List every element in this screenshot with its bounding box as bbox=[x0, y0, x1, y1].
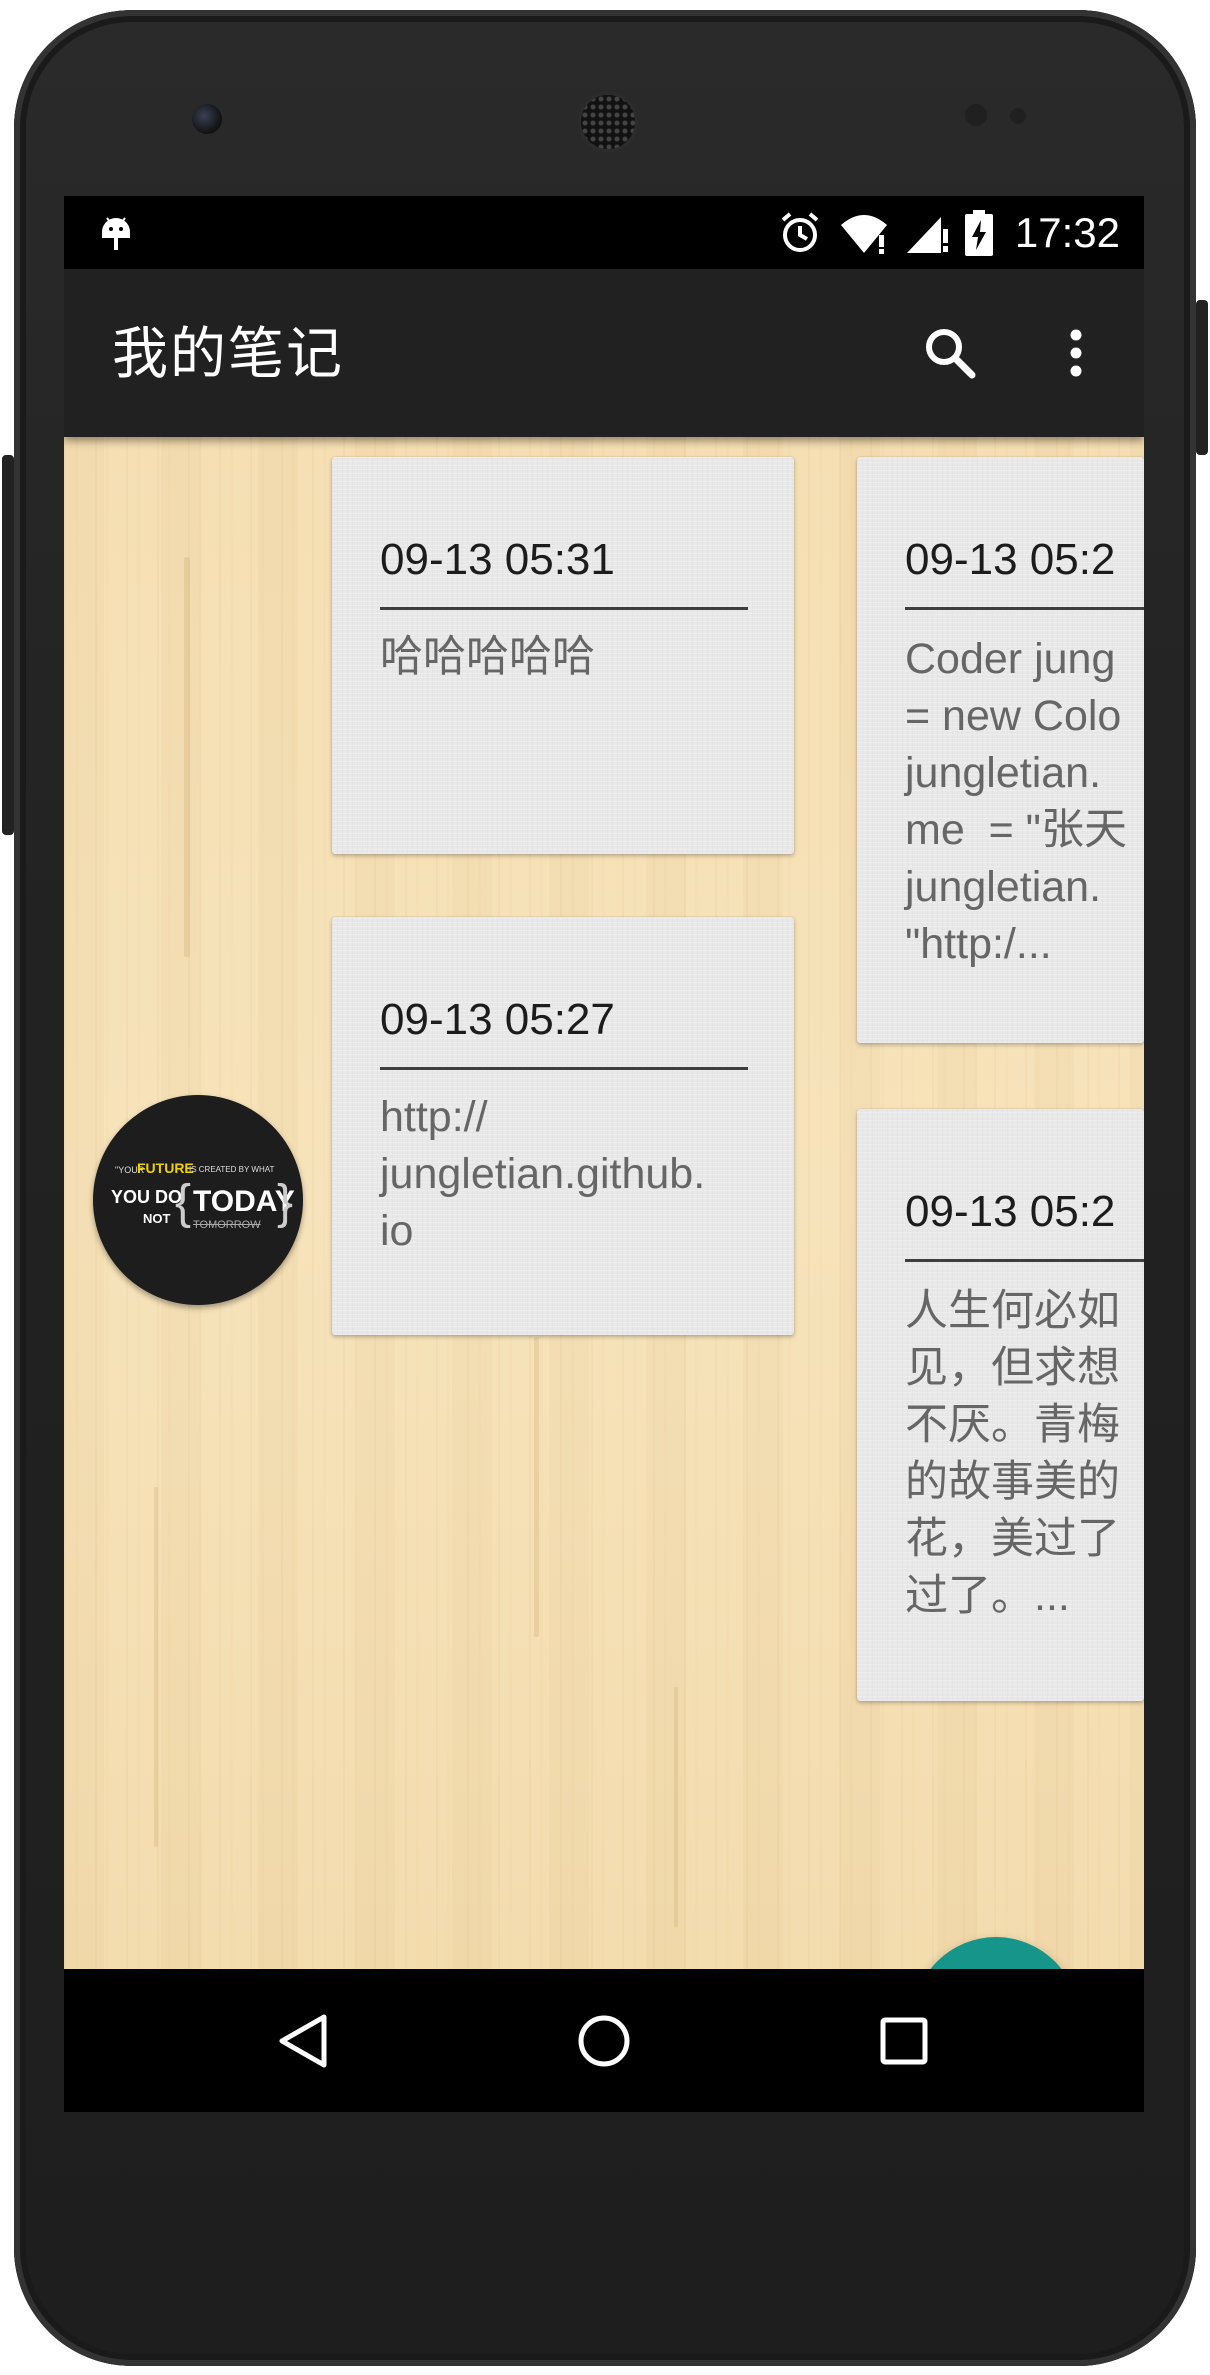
more-vert-icon bbox=[1070, 329, 1082, 377]
page-title: 我的笔记 bbox=[112, 322, 344, 387]
system-nav-bar bbox=[64, 1969, 1144, 2112]
note-body: Coder jung = new Colo jungletian. me = "… bbox=[905, 635, 1127, 968]
home-button[interactable] bbox=[562, 1999, 646, 2083]
status-bar: 17:32 bbox=[64, 196, 1144, 269]
alarm-icon bbox=[777, 210, 823, 256]
battery-charging-icon bbox=[964, 209, 993, 256]
search-icon bbox=[926, 329, 976, 379]
avatar[interactable]: "YOUR FUTURE IS CREATED BY WHAT YOU DO N… bbox=[93, 1095, 303, 1305]
home-icon bbox=[578, 2015, 630, 2067]
avatar-text: IS CREATED BY WHAT bbox=[189, 1165, 275, 1174]
avatar-text: TOMORROW bbox=[193, 1219, 261, 1231]
back-icon bbox=[279, 2014, 327, 2068]
proximity-sensor bbox=[965, 104, 987, 126]
front-camera bbox=[192, 104, 222, 134]
note-divider bbox=[905, 1259, 1144, 1262]
earpiece-speaker bbox=[578, 92, 638, 152]
add-note-button[interactable] bbox=[913, 1937, 1079, 1969]
screen: 17:32 我的笔记 "YOUR FUTURE IS CREATED BY WH… bbox=[64, 196, 1144, 2112]
note-divider bbox=[380, 1067, 748, 1070]
wood-grain bbox=[674, 1687, 678, 1927]
wood-grain bbox=[154, 1487, 158, 1847]
recent-apps-icon bbox=[880, 2017, 928, 2065]
avatar-text: NOT bbox=[143, 1211, 171, 1226]
status-time: 17:32 bbox=[1014, 208, 1120, 256]
note-body: http:// jungletian.github. io bbox=[380, 1093, 706, 1255]
notes-board[interactable]: "YOUR FUTURE IS CREATED BY WHAT YOU DO N… bbox=[64, 437, 1144, 1969]
cell-signal-icon bbox=[905, 211, 949, 255]
note-body: 人生何必如 见，但求想 不厌。青梅 的故事美的 花，美过了 过了。... bbox=[905, 1287, 1120, 1620]
note-date: 09-13 05:31 bbox=[380, 535, 615, 584]
note-divider bbox=[380, 607, 748, 610]
note-date: 09-13 05:2 bbox=[905, 1187, 1116, 1236]
avatar-text: FUTURE bbox=[137, 1160, 194, 1176]
avatar-brace: { bbox=[175, 1176, 192, 1229]
note-card[interactable]: 09-13 05:2 人生何必如 见，但求想 不厌。青梅 的故事美的 花，美过了… bbox=[857, 1109, 1144, 1701]
note-body: 哈哈哈哈哈 bbox=[380, 633, 595, 681]
avatar-brace: } bbox=[277, 1176, 294, 1229]
wood-grain bbox=[534, 1337, 539, 1637]
note-date: 09-13 05:27 bbox=[380, 995, 615, 1044]
power-button bbox=[1196, 300, 1208, 455]
note-card[interactable]: 09-13 05:27 http:// jungletian.github. i… bbox=[332, 917, 794, 1335]
note-card[interactable]: 09-13 05:2 Coder jung = new Colo junglet… bbox=[857, 457, 1144, 1043]
recent-apps-button[interactable] bbox=[862, 1999, 946, 2083]
more-options-button[interactable] bbox=[1042, 319, 1110, 387]
light-sensor bbox=[1010, 108, 1026, 124]
wifi-icon bbox=[839, 211, 889, 255]
note-date: 09-13 05:2 bbox=[905, 535, 1116, 584]
app-toolbar: 我的笔记 bbox=[64, 269, 1144, 437]
avatar-text: YOU DO bbox=[111, 1187, 183, 1207]
note-card[interactable]: 09-13 05:31 哈哈哈哈哈 bbox=[332, 457, 794, 854]
wood-grain bbox=[184, 557, 190, 957]
android-debug-icon bbox=[98, 210, 134, 258]
back-button[interactable] bbox=[262, 1999, 346, 2083]
volume-button bbox=[2, 455, 14, 835]
search-button[interactable] bbox=[916, 319, 984, 387]
note-divider bbox=[905, 607, 1144, 610]
